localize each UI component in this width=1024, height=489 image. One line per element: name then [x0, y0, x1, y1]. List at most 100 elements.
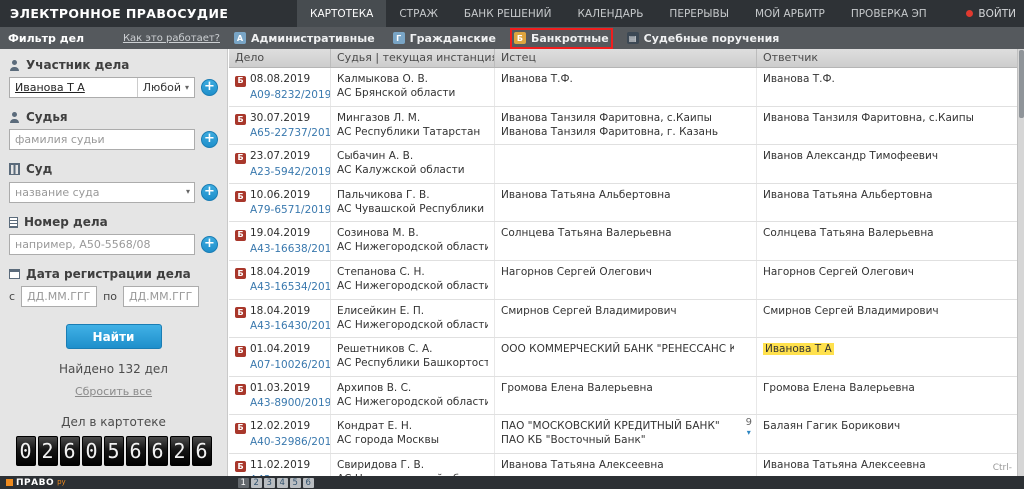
court-input[interactable]	[9, 182, 195, 203]
login-label: ВОЙТИ	[978, 8, 1016, 20]
date-from-input[interactable]	[21, 286, 97, 307]
table-row: Б30.07.2019А65-22737/2019Мингазов Л. М.А…	[229, 107, 1024, 146]
judge-cell: Архипов В. С.АС Нижегородской области	[331, 377, 495, 415]
judge-input[interactable]	[9, 129, 195, 150]
case-type-tab[interactable]: Г Гражданские	[393, 32, 496, 45]
case-type-tab[interactable]: ААдминистративные	[234, 32, 375, 45]
court-name: АС Калужской области	[337, 163, 488, 177]
case-number-link[interactable]: А07-10026/2019	[250, 358, 324, 372]
filter-bar-left: Фильтр дел Как это работает?	[0, 32, 228, 45]
case-number-input[interactable]	[9, 234, 195, 255]
plaintiff-cell: ПАО "МОСКОВСКИЙ КРЕДИТНЫЙ БАНК"ПАО КБ "В…	[495, 415, 757, 453]
nav-item[interactable]: ПЕРЕРЫВЫ	[656, 0, 742, 27]
date-from-label: с	[9, 290, 15, 303]
case-cell: Б12.02.2019А40-32986/2019	[229, 415, 331, 453]
participant-section: Участник дела Иванова Т А Любой ▾ +	[9, 58, 218, 98]
page-button[interactable]: 1	[238, 478, 249, 488]
court-name: АС Нижегородской области	[337, 318, 488, 332]
judge-label: Судья	[26, 110, 68, 124]
defendant-name-highlighted: Иванова Т А	[763, 343, 834, 355]
add-case-number-button[interactable]: +	[201, 236, 218, 253]
plaintiff-name: Громова Елена Валерьевна	[501, 381, 734, 395]
bankruptcy-badge-icon: Б	[235, 153, 246, 164]
page-button[interactable]: 6	[303, 478, 314, 488]
bankruptcy-badge-icon: Б	[235, 423, 246, 434]
case-type-tab[interactable]: ▤Судебные поручения	[627, 32, 780, 45]
tab-label: Банкротные	[531, 32, 609, 45]
how-it-works-link[interactable]: Как это работает?	[123, 33, 220, 44]
participant-input[interactable]: Иванова Т А Любой ▾	[9, 77, 195, 98]
defendant-cell: Иванова Татьяна Альбертовна	[757, 184, 1024, 222]
judge-cell: Свиридова Г. В.АС Нижегородской области	[331, 454, 495, 476]
case-number-link[interactable]: А43-16534/2019	[250, 280, 324, 294]
defendant-cell: Балаян Гагик Борикович	[757, 415, 1024, 453]
case-number-section: Номер дела +	[9, 215, 218, 255]
plaintiff-name: Иванова Татьяна Альбертовна	[501, 188, 734, 202]
counter-digit: 0	[82, 436, 102, 466]
judge-name: Пальчикова Г. В.	[337, 188, 488, 202]
page-button[interactable]: 2	[251, 478, 262, 488]
nav-item[interactable]: МОЙ АРБИТР	[742, 0, 838, 27]
nav-item[interactable]: КАРТОТЕКА	[297, 0, 386, 27]
judge-cell: Кондрат Е. Н.АС города Москвы	[331, 415, 495, 453]
counter-digit: 2	[170, 436, 190, 466]
case-number-link[interactable]: А09-8232/2019	[250, 88, 324, 102]
case-type-tab[interactable]: ББанкротные	[514, 32, 609, 45]
related-count-badge[interactable]: 9▾	[746, 418, 752, 438]
defendant-name: Иванова Танзиля Фаритовна, с.Каипы	[763, 112, 974, 124]
counter-digit: 0	[16, 436, 36, 466]
page-button[interactable]: 3	[264, 478, 275, 488]
page-button[interactable]: 5	[290, 478, 301, 488]
add-participant-button[interactable]: +	[201, 79, 218, 96]
judge-name: Степанова С. Н.	[337, 265, 488, 279]
case-number-link[interactable]: А79-6571/2019	[250, 203, 324, 217]
app-title: ЭЛЕКТРОННОЕ ПРАВОСУДИЕ	[0, 6, 238, 21]
table-row: Б01.03.2019А43-8900/2019 Архипов В. С.АС …	[229, 377, 1024, 416]
results-count: Найдено 132 дел	[9, 362, 218, 376]
nav-item[interactable]: СТРАЖ	[386, 0, 451, 27]
judge-cell: Созинова М. В.АС Нижегородской области	[331, 222, 495, 260]
bankruptcy-badge-icon: Б	[235, 76, 246, 87]
reset-all-link[interactable]: Сбросить все	[9, 385, 218, 398]
defendant-cell: Смирнов Сергей Владимирович	[757, 300, 1024, 338]
scrollbar-thumb[interactable]	[1019, 50, 1024, 118]
case-cell: Б18.04.2019А43-16534/2019	[229, 261, 331, 299]
tab-label: Гражданские	[410, 32, 496, 45]
case-number-link[interactable]: А23-5942/2019	[250, 165, 324, 179]
judge-cell: Решетников С. А.АС Республики Башкортост…	[331, 338, 495, 376]
court-section: Суд ▾ +	[9, 162, 218, 203]
case-number-link[interactable]: А43-8900/2019	[250, 396, 324, 410]
add-judge-button[interactable]: +	[201, 131, 218, 148]
defendant-name: Громова Елена Валерьевна	[763, 382, 915, 394]
plaintiff-cell: Нагорнов Сергей Олегович	[495, 261, 757, 299]
nav-item[interactable]: БАНК РЕШЕНИЙ	[451, 0, 565, 27]
participant-label: Участник дела	[26, 58, 129, 72]
search-button[interactable]: Найти	[66, 324, 162, 349]
login-button[interactable]: ВОЙТИ	[966, 0, 1016, 27]
case-number-link[interactable]: А40-32986/2019	[250, 435, 324, 449]
case-top: Б01.03.2019	[235, 381, 324, 396]
case-number-link[interactable]: А65-22737/2019	[250, 126, 324, 140]
civil-cases-icon: Г	[393, 32, 405, 44]
date-to-input[interactable]	[123, 286, 199, 307]
tab-label: Административные	[251, 32, 375, 45]
judge-section: Судья +	[9, 110, 218, 150]
table-row: Б23.07.2019А23-5942/2019Сыбачин А. В.АС …	[229, 145, 1024, 184]
scrollbar[interactable]	[1017, 49, 1024, 476]
participant-value[interactable]: Иванова Т А	[10, 81, 137, 94]
add-court-button[interactable]: +	[201, 184, 218, 201]
court-name: АС Республики Татарстан	[337, 125, 488, 139]
participant-role-select[interactable]: Любой ▾	[137, 78, 194, 97]
case-date: 11.02.2019	[250, 459, 310, 471]
case-number-link[interactable]: А43-16638/2019	[250, 242, 324, 256]
nav-item[interactable]: КАЛЕНДАРЬ	[564, 0, 656, 27]
court-name: АС Чувашской Республики	[337, 202, 488, 216]
logo-text: ПРАВО	[16, 478, 54, 488]
page-button[interactable]: 4	[277, 478, 288, 488]
nav-item[interactable]: ПРОВЕРКА ЭП	[838, 0, 940, 27]
document-icon	[9, 217, 18, 228]
plaintiff-cell	[495, 145, 757, 183]
case-number-link[interactable]: А43-16430/2019	[250, 319, 324, 333]
judge-cell: Пальчикова Г. В.АС Чувашской Республики	[331, 184, 495, 222]
shortcut-hint: Ctrl-	[993, 463, 1012, 473]
